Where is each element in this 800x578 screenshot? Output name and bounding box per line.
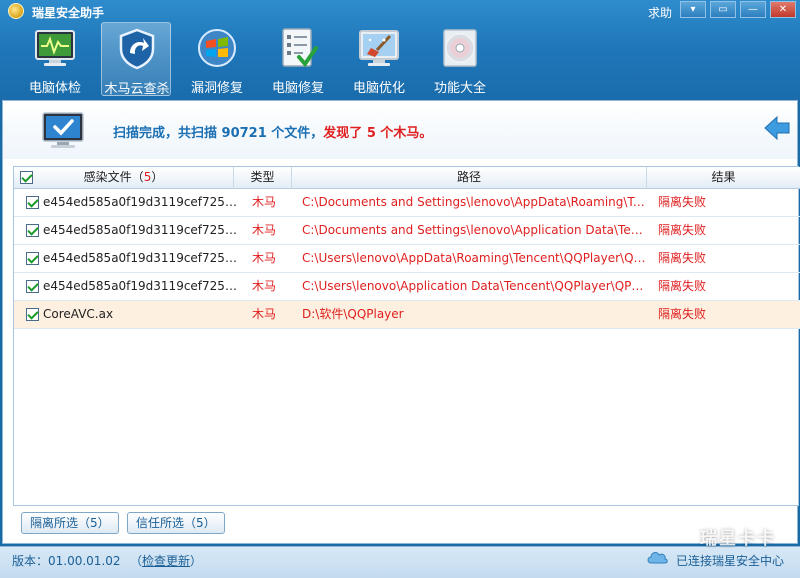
cell-result: 隔离失败 xyxy=(658,195,707,209)
app-title: 瑞星安全助手 xyxy=(32,6,105,20)
tool-pc-repair[interactable]: 电脑修复 xyxy=(263,22,333,96)
cloud-status: 已连接瑞星安全中心 xyxy=(676,554,785,568)
row-checkbox[interactable] xyxy=(26,196,39,209)
summary-prefix: 扫描完成，共扫描 xyxy=(113,126,222,141)
table-row[interactable]: e454ed585a0f19d3119cef725958 木马 C:\Users… xyxy=(14,273,800,301)
shield-icon xyxy=(119,28,155,70)
cell-type: 木马 xyxy=(252,223,277,237)
tool-pc-optimize[interactable]: 电脑优化 xyxy=(344,22,414,96)
scan-summary: 扫描完成，共扫描 90721 个文件，发现了 5 个木马。 xyxy=(3,101,797,159)
cloud-icon xyxy=(647,552,668,564)
cell-path: C:\Documents and Settings\lenovo\Applica… xyxy=(302,223,647,237)
tool-label: 漏洞修复 xyxy=(190,81,243,96)
summary-middle: 个文件， xyxy=(266,126,324,141)
close-button[interactable]: ✕ xyxy=(770,1,796,18)
tool-label: 电脑优化 xyxy=(352,81,405,96)
table-row[interactable]: e454ed585a0f19d3119cef725958 木马 C:\Docum… xyxy=(14,189,800,217)
status-bar: 版本：01.00.01.02 （检查更新） 已连接瑞星安全中心 xyxy=(0,546,800,578)
scan-summary-text: 扫描完成，共扫描 90721 个文件，发现了 5 个木马。 xyxy=(113,122,432,141)
check-update-label: 检查更新 xyxy=(142,554,191,568)
title-bar[interactable]: 瑞星安全助手 求助 ▾ ▭ — ✕ xyxy=(0,0,800,22)
header-path[interactable]: 路径 xyxy=(292,167,647,189)
watermark-text: 瑞星卡卡 xyxy=(700,529,776,549)
infected-files-table: 感染文件（5） 类型 路径 结果 e454ed585a0f19d3119cef7… xyxy=(13,166,800,506)
table-row[interactable]: e454ed585a0f19d3119cef725958 木马 C:\Docum… xyxy=(14,217,800,245)
disc-icon xyxy=(443,29,477,67)
row-checkbox[interactable] xyxy=(26,224,39,237)
monitor-checkmark-icon xyxy=(42,112,84,148)
cell-path: D:\软件\QQPlayer xyxy=(302,307,404,321)
scan-result-panel: 扫描完成，共扫描 90721 个文件，发现了 5 个木马。 感染文件（5） 类型… xyxy=(2,100,800,544)
cell-file: CoreAVC.ax xyxy=(43,307,114,321)
cell-type: 木马 xyxy=(252,307,277,321)
quarantine-selected-button[interactable]: 隔离所选（5） xyxy=(21,512,119,534)
header-file-label: 感染文件 xyxy=(83,170,132,184)
header-file[interactable]: 感染文件（5） xyxy=(14,167,234,189)
version-label: 版本：01.00.01.02 xyxy=(12,554,121,568)
header-result[interactable]: 结果 xyxy=(647,167,800,189)
row-checkbox[interactable] xyxy=(26,308,39,321)
tool-label: 木马云查杀 xyxy=(104,82,170,97)
tool-label: 电脑体检 xyxy=(28,81,81,96)
tool-label: 功能大全 xyxy=(433,81,486,96)
cell-result: 隔离失败 xyxy=(658,279,707,293)
main-toolbar: 电脑体检 木马云查杀 漏洞修复 电脑修复 电脑优化 功能大全 xyxy=(0,22,800,98)
broom-icon xyxy=(359,30,399,66)
menu-dropdown-button[interactable]: ▾ xyxy=(680,1,706,18)
cell-result: 隔离失败 xyxy=(658,223,707,237)
tool-pc-checkup[interactable]: 电脑体检 xyxy=(20,22,90,96)
windows-flag-icon xyxy=(198,29,236,67)
cell-path: C:\Documents and Settings\lenovo\AppData… xyxy=(302,195,647,209)
cell-type: 木马 xyxy=(252,279,277,293)
app-header: 瑞星安全助手 求助 ▾ ▭ — ✕ 电脑体检 木马云查杀 漏洞修复 电脑修复 电… xyxy=(0,0,800,100)
tool-trojan-scan[interactable]: 木马云查杀 xyxy=(101,22,171,97)
table-row[interactable]: e454ed585a0f19d3119cef725958 木马 C:\Users… xyxy=(14,245,800,273)
minimize-button[interactable]: — xyxy=(740,1,766,18)
table-header: 感染文件（5） 类型 路径 结果 xyxy=(14,167,800,189)
tool-vuln-fix[interactable]: 漏洞修复 xyxy=(182,22,252,96)
cell-result: 隔离失败 xyxy=(658,251,707,265)
cell-file: e454ed585a0f19d3119cef725958 xyxy=(43,195,243,209)
tool-all-features[interactable]: 功能大全 xyxy=(425,22,495,96)
found-suffix: 个木马。 xyxy=(375,126,433,141)
checklist-icon xyxy=(282,28,318,68)
app-logo-icon xyxy=(8,3,24,19)
back-arrow-icon[interactable] xyxy=(763,115,791,141)
found-prefix: 发现了 xyxy=(323,126,367,141)
header-type[interactable]: 类型 xyxy=(234,167,292,189)
found-count: 5 xyxy=(366,126,376,141)
scanned-count: 90721 xyxy=(221,126,267,141)
cell-type: 木马 xyxy=(252,251,277,265)
trust-selected-button[interactable]: 信任所选（5） xyxy=(127,512,225,534)
cell-path: C:\Users\lenovo\AppData\Roaming\Tencent\… xyxy=(302,251,647,265)
select-all-checkbox[interactable] xyxy=(20,171,33,184)
help-link[interactable]: 求助 xyxy=(648,4,672,21)
monitor-check-icon xyxy=(35,30,75,66)
header-file-count: 5 xyxy=(143,170,152,184)
check-update-link[interactable]: （检查更新） xyxy=(130,552,202,569)
cell-file: e454ed585a0f19d3119cef725958 xyxy=(43,251,243,265)
tool-label: 电脑修复 xyxy=(271,81,324,96)
cell-file: e454ed585a0f19d3119cef725958 xyxy=(43,223,243,237)
cell-result: 隔离失败 xyxy=(658,307,707,321)
cell-path: C:\Users\lenovo\Application Data\Tencent… xyxy=(302,279,647,293)
skin-button[interactable]: ▭ xyxy=(710,1,736,18)
row-checkbox[interactable] xyxy=(26,280,39,293)
table-row-selected[interactable]: CoreAVC.ax 木马 D:\软件\QQPlayer 隔离失败 xyxy=(14,301,800,329)
cell-file: e454ed585a0f19d3119cef725958 xyxy=(43,279,243,293)
row-checkbox[interactable] xyxy=(26,252,39,265)
cell-type: 木马 xyxy=(252,195,277,209)
